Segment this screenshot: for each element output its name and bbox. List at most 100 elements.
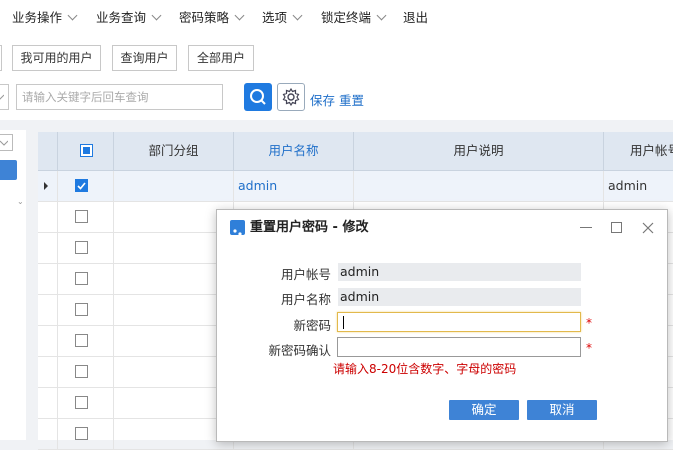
left-panel-selected-item[interactable] [0,160,17,180]
column-header-department[interactable]: 部门分组 [114,132,234,170]
menu-label: 业务查询 [96,10,147,25]
query-users-button[interactable]: 查询用户 [112,45,177,71]
menu-exit[interactable]: 退出 [403,0,428,36]
row-select-cell [58,419,114,449]
row-indicator-cell [38,388,58,418]
chevron-down-icon [67,10,78,21]
menu-options[interactable]: 选项 [262,0,303,36]
row-indicator-cell [38,264,58,294]
search-button[interactable] [244,83,272,111]
row-indicator-cell [38,233,58,263]
dialog-titlebar[interactable]: 重置用户密码 - 修改 [217,210,667,246]
row-checkbox[interactable] [75,365,88,378]
menu-business-query[interactable]: 业务查询 [96,0,162,36]
username-label: 用户名称 [280,292,331,307]
current-row-indicator-icon [38,171,58,201]
required-mark: * [586,316,592,330]
menu-password-policy[interactable]: 密码策略 [179,0,245,36]
row-indicator-cell [38,295,58,325]
menu-label: 锁定终端 [321,10,372,25]
row-indicator-cell [38,419,58,449]
cell-username: admin [234,171,354,201]
menu-label: 选项 [262,10,288,25]
row-checkbox[interactable] [75,272,88,285]
toolbar: 我可用的用户 查询用户 全部用户 保存 重置 [0,36,673,120]
account-label: 用户帐号 [280,267,331,282]
column-header-username[interactable]: 用户名称 [234,132,354,170]
menu-label: 退出 [403,10,429,25]
ok-button[interactable]: 确定 [449,400,519,420]
row-select-cell [58,202,114,232]
new-password-input[interactable] [337,312,581,332]
cell-account: admin [608,178,648,193]
cancel-button[interactable]: 取消 [527,400,597,420]
table-row[interactable]: admin admin [38,171,673,202]
row-select-cell [58,264,114,294]
chevron-down-icon [292,10,303,21]
chevron-down-icon [0,94,4,100]
menu-bar: 业务操作 业务查询 密码策略 选项 锁定终端 退出 [0,0,673,37]
header-indicator-cell [38,132,58,170]
select-all-checkbox[interactable] [80,144,93,157]
username-value: admin [338,288,581,306]
filter-select-partial[interactable] [0,84,9,110]
confirm-password-label: 新密码确认 [268,343,331,358]
row-select-cell [58,233,114,263]
row-select-cell [58,171,114,201]
required-mark: * [586,341,592,355]
text-cursor [343,316,344,329]
reset-link[interactable]: 重置 [339,90,364,109]
column-header-account[interactable]: 用户帐号 [604,132,673,170]
password-hint: 请输入8-20位含数字、字母的密码 [333,362,517,376]
row-select-cell [58,326,114,356]
header-select-all[interactable] [58,132,114,170]
close-icon[interactable] [642,222,654,234]
menu-lock-terminal[interactable]: 锁定终端 [321,0,387,36]
row-checkbox[interactable] [75,303,88,316]
row-indicator-cell [38,326,58,356]
search-icon [250,89,266,105]
chevron-down-icon [234,10,245,21]
column-header-description[interactable]: 用户说明 [354,132,604,170]
menu-label: 业务操作 [12,10,63,25]
row-pointer-icon [44,182,48,190]
gear-icon [282,87,300,107]
new-password-label: 新密码 [293,318,331,333]
left-panel: ⌄ [0,130,26,440]
row-select-cell [58,388,114,418]
row-checkbox[interactable] [75,427,88,440]
table-header: 部门分组 用户名称 用户说明 用户帐号 [38,132,673,171]
my-users-button[interactable]: 我可用的用户 [12,45,101,71]
left-panel-select[interactable] [0,134,13,151]
row-indicator-cell [38,202,58,232]
account-value: admin [338,263,581,281]
confirm-password-input[interactable] [337,337,581,357]
row-checkbox[interactable] [75,210,88,223]
menu-business-ops[interactable]: 业务操作 [12,0,78,36]
chevron-down-icon [0,140,8,146]
row-checkbox[interactable] [75,241,88,254]
maximize-icon[interactable] [611,222,622,233]
resize-grip-icon[interactable]: ⌄ [17,197,24,206]
row-select-cell [58,357,114,387]
row-checkbox[interactable] [75,334,88,347]
app-logo-icon [233,229,242,239]
minimize-icon[interactable] [580,227,592,228]
row-checkbox[interactable] [75,396,88,409]
save-link[interactable]: 保存 [310,90,335,109]
reset-password-dialog: 重置用户密码 - 修改 用户帐号 admin 用户名称 admin 新密码 * … [216,209,668,442]
settings-button[interactable] [277,83,305,111]
chevron-down-icon [151,10,162,21]
dialog-title: 重置用户密码 - 修改 [250,220,369,235]
chevron-down-icon [376,10,387,21]
search-input[interactable] [16,84,223,110]
row-indicator-cell [38,357,58,387]
cell-department [114,171,234,201]
row-checkbox[interactable] [75,179,88,192]
app-icon [230,220,245,239]
toolbar-button-partial[interactable] [0,45,2,71]
cell-description [354,171,604,201]
partial-select-icon [83,147,90,154]
row-select-cell [58,295,114,325]
all-users-button[interactable]: 全部用户 [188,45,254,71]
